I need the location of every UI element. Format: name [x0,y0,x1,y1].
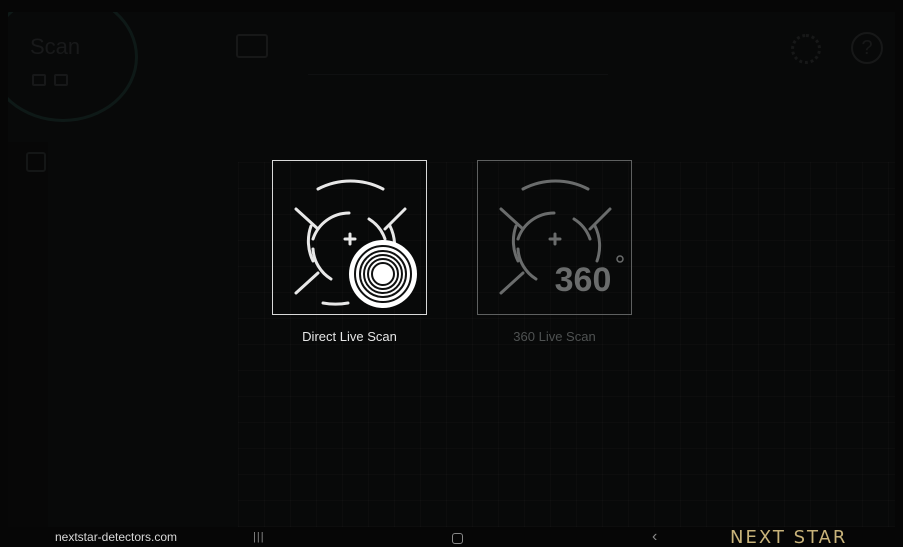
360-scan-icon: 360 [499,179,624,299]
360-badge: 360 [555,261,612,299]
modal-overlay [8,12,895,527]
home-icon[interactable] [452,533,463,544]
direct-live-scan-tile[interactable] [272,160,427,315]
direct-scan-icon [294,179,417,308]
brand-logo: NEXT STAR [730,527,848,547]
app-screen: Scan ? [8,12,895,527]
recent-apps-icon[interactable]: ||| [253,531,265,543]
360-live-scan-tile[interactable]: 360 [477,160,632,315]
360-live-scan-button[interactable]: 360 360 Live Scan [477,160,632,344]
direct-live-scan-button[interactable]: Direct Live Scan [272,160,427,344]
360-live-scan-label: 360 Live Scan [513,329,596,344]
direct-live-scan-label: Direct Live Scan [302,329,397,344]
back-icon[interactable]: ‹ [652,528,657,546]
device-frame: Scan ? Direct Live Scan 360 360 Live Sca… [0,0,903,547]
bottom-bar: nextstar-detectors.com ||| ‹ NEXT STAR [0,527,903,547]
website-label: nextstar-detectors.com [55,530,178,544]
